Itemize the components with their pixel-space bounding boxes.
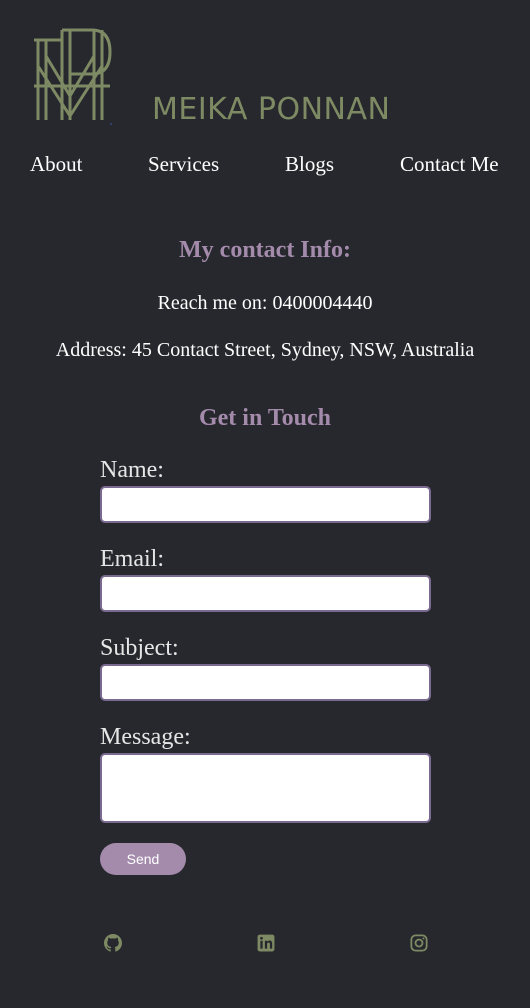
email-label: Email: — [100, 546, 164, 572]
nav-item-about[interactable]: About — [30, 152, 83, 177]
contact-info-title: My contact Info: — [179, 237, 351, 263]
mp-monogram-icon — [34, 28, 112, 125]
nav-item-contact-me[interactable]: Contact Me — [400, 152, 499, 177]
name-field-group: Name: — [100, 456, 431, 545]
nav-item-services[interactable]: Services — [148, 152, 219, 177]
site-header: MEIKA PONNAN — [0, 0, 530, 140]
get-in-touch-title: Get in Touch — [198, 405, 332, 431]
subject-input[interactable] — [100, 664, 431, 701]
subject-field-group: Subject: — [100, 634, 431, 723]
message-label: Message: — [100, 724, 191, 750]
social-links — [0, 934, 530, 954]
message-field-group: Message: — [100, 723, 431, 823]
email-field-group: Email: — [100, 545, 431, 634]
brand-name[interactable]: MEIKA PONNAN — [152, 92, 390, 127]
linkedin-icon[interactable] — [257, 934, 275, 952]
contact-address: Address: 45 Contact Street, Sydney, NSW,… — [55, 339, 475, 361]
email-input[interactable] — [100, 575, 431, 612]
name-input[interactable] — [100, 486, 431, 523]
contact-phone: Reach me on: 0400004440 — [157, 292, 373, 314]
main-nav: About Services Blogs Contact Me — [0, 152, 530, 186]
message-textarea[interactable] — [100, 753, 431, 823]
subject-label: Subject: — [100, 635, 179, 661]
send-button[interactable]: Send — [100, 843, 186, 875]
name-label: Name: — [100, 457, 164, 483]
contact-form: Name: Email: Subject: Message: — [100, 456, 431, 823]
nav-item-blogs[interactable]: Blogs — [285, 152, 334, 177]
github-icon[interactable] — [104, 934, 122, 952]
instagram-icon[interactable] — [410, 934, 428, 952]
